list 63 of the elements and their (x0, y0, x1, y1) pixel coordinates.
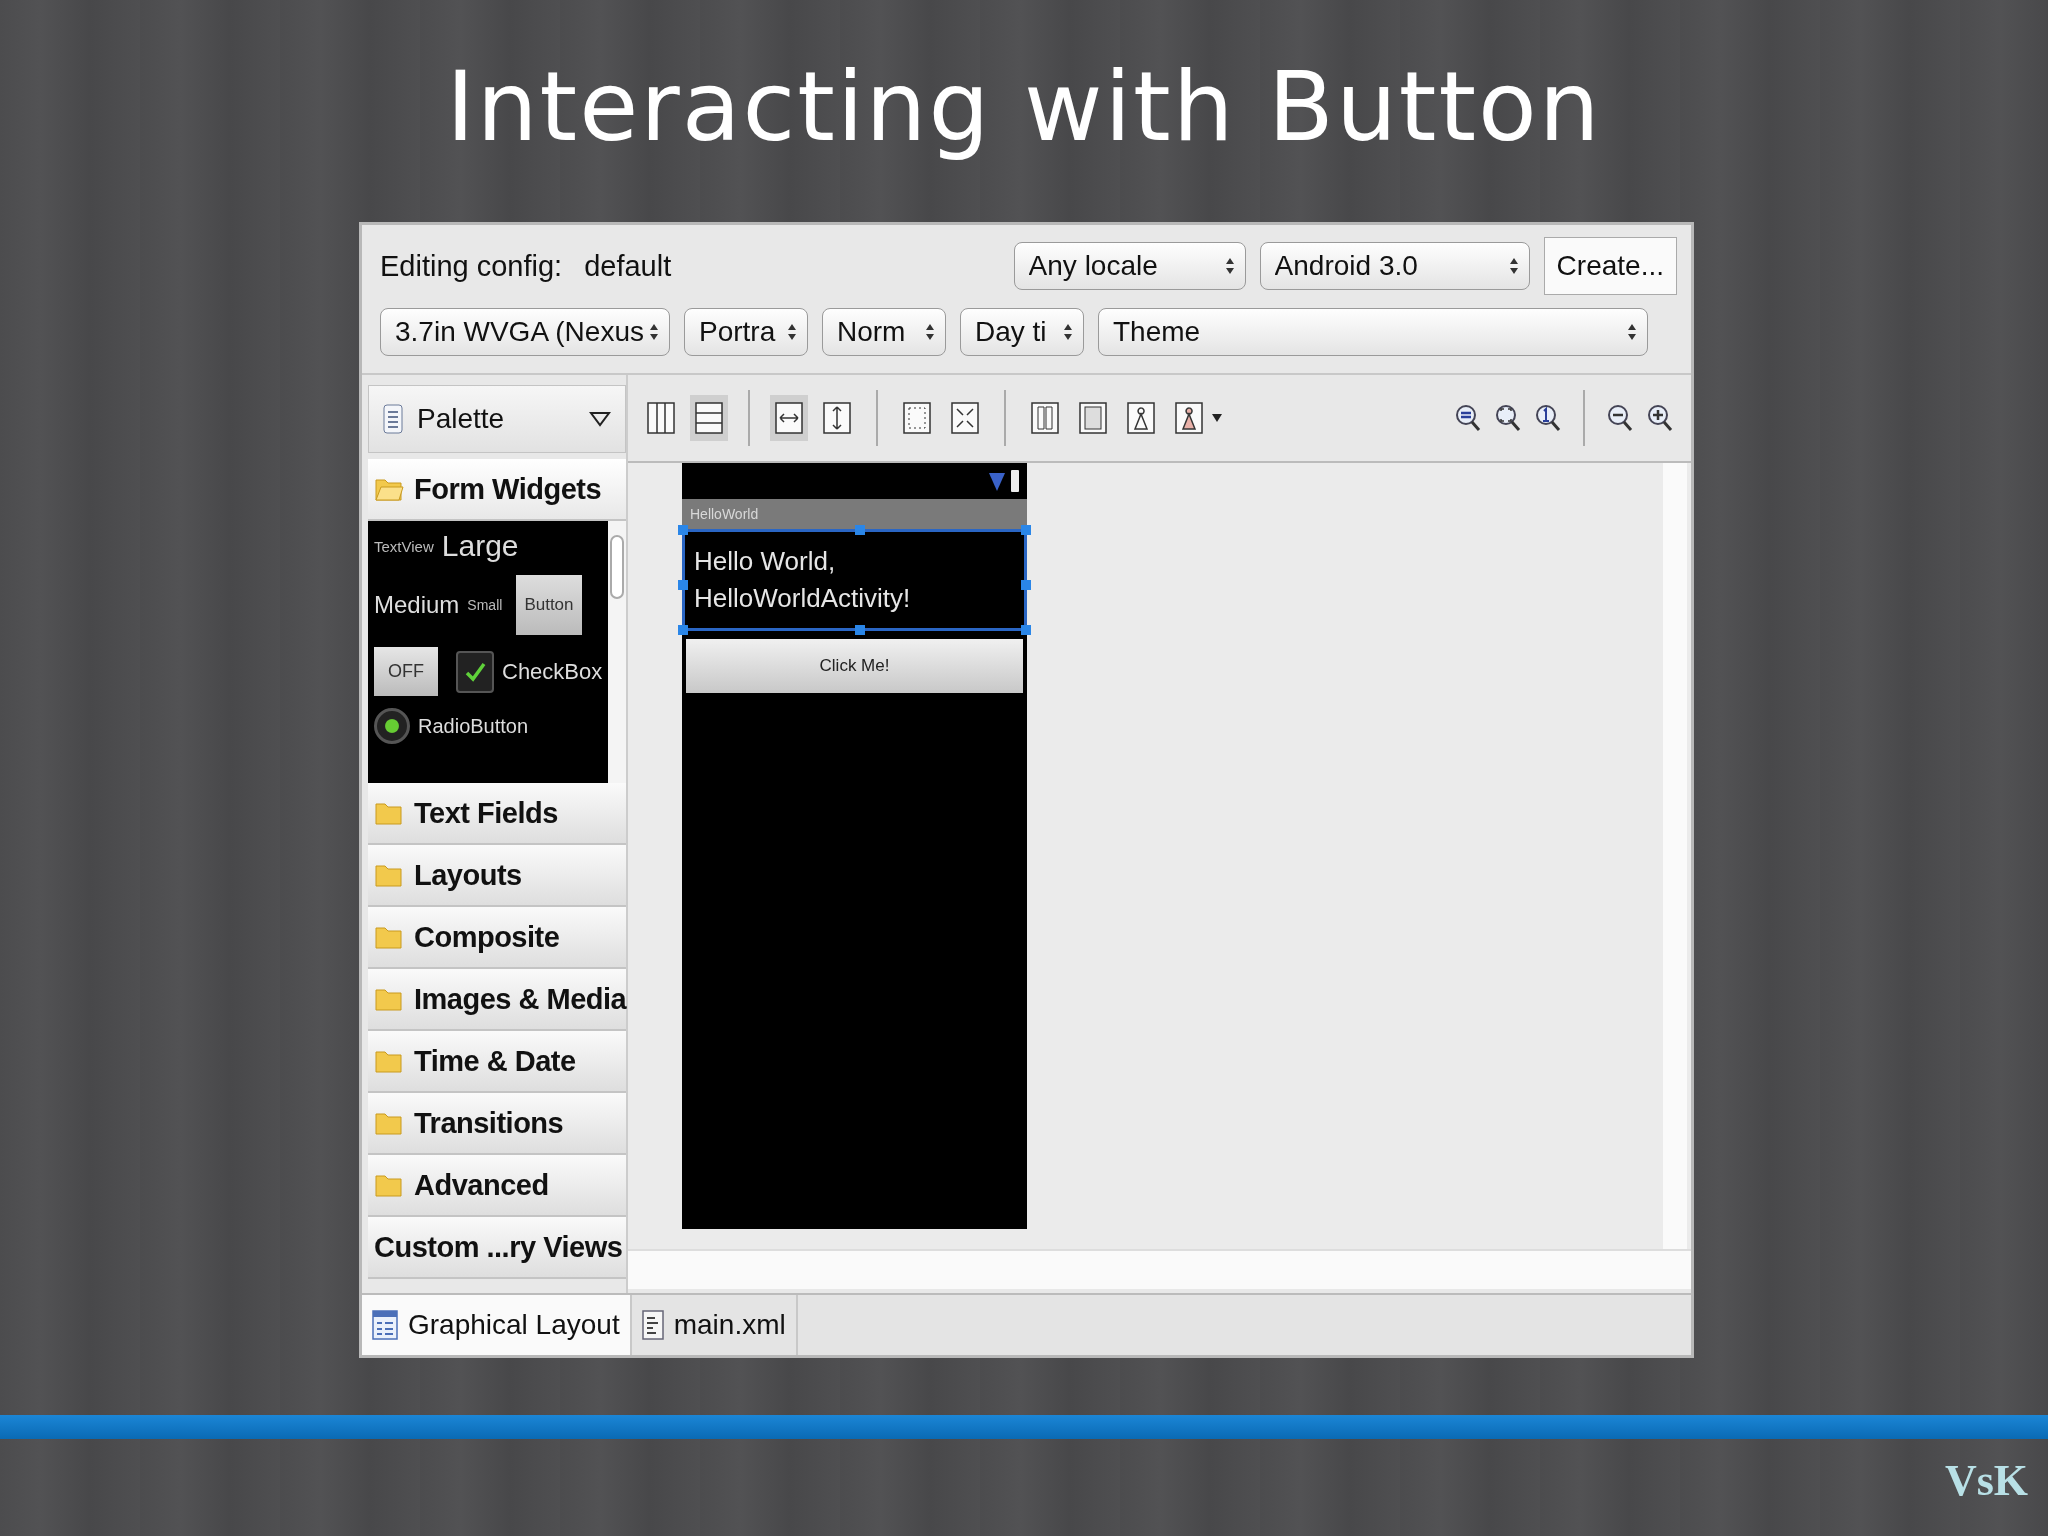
folder-icon (374, 1172, 404, 1199)
author-mark: VsK (1944, 1455, 2028, 1507)
dropdown[interactable]: Day ti (960, 308, 1084, 357)
document-icon (641, 1310, 664, 1341)
updown-icon (1627, 323, 1637, 342)
scrollbar[interactable] (1663, 463, 1687, 1250)
folder-icon (374, 924, 404, 951)
palette-category[interactable]: Composite (368, 907, 626, 970)
large-label: Large (441, 529, 519, 564)
small-label: Small (467, 597, 503, 614)
scrollbar[interactable] (628, 1249, 1691, 1290)
palette-category[interactable]: Form Widgets (368, 459, 626, 522)
palette-category[interactable]: Custom ...ry Views (368, 1217, 626, 1280)
sample-toggle[interactable]: OFF (374, 647, 438, 697)
dropdown[interactable]: Norm (822, 308, 946, 357)
dropdown[interactable]: Portra (684, 308, 808, 357)
radio-label: RadioButton (418, 714, 529, 738)
dropdown-triangle-icon (589, 411, 611, 428)
palette-category[interactable]: Images & Media (368, 969, 626, 1032)
palette-header[interactable]: Palette (368, 385, 626, 454)
dropdown[interactable]: Any locale (1013, 242, 1246, 291)
folder-icon (374, 986, 404, 1013)
checkmark-icon (464, 660, 486, 683)
dropdown[interactable]: Android 3.0 (1259, 242, 1530, 291)
config-label: Editing config: (380, 249, 563, 283)
updown-icon (1063, 323, 1073, 342)
palette-category[interactable]: Layouts (368, 845, 626, 908)
medium-label: Medium (374, 591, 460, 620)
folder-icon (374, 1110, 404, 1137)
folder-icon (374, 476, 404, 503)
dropdown[interactable]: 3.7in WVGA (Nexus (380, 308, 670, 357)
updown-icon (649, 323, 659, 342)
caret-icon[interactable] (1212, 414, 1222, 423)
updown-icon (1224, 257, 1235, 276)
sample-button[interactable]: Button (516, 575, 582, 636)
app-title: HelloWorld (690, 506, 759, 523)
updown-icon (1508, 257, 1519, 276)
rows-tool-icon[interactable] (690, 395, 728, 442)
layout-icon (372, 1310, 398, 1341)
textview-label: TextView (374, 537, 434, 555)
editor-tab[interactable]: main.xml (631, 1295, 798, 1356)
scrollbar[interactable] (608, 521, 626, 784)
editor-tab[interactable]: Graphical Layout (362, 1295, 632, 1356)
palette-category[interactable]: Transitions (368, 1093, 626, 1156)
checkbox-label: CheckBox (502, 658, 603, 685)
hfill-tool-icon[interactable] (770, 395, 808, 442)
folder-icon (374, 862, 404, 889)
folder-icon (374, 1048, 404, 1075)
sample-checkbox[interactable] (456, 650, 494, 693)
click-me-button[interactable]: Click Me! (686, 639, 1023, 694)
config-value: default (584, 249, 672, 283)
document-icon (383, 404, 403, 435)
palette-category[interactable]: Advanced (368, 1155, 626, 1218)
folder-icon (374, 800, 404, 827)
palette-category[interactable]: Time & Date (368, 1031, 626, 1094)
palette-title: Palette (417, 403, 505, 436)
updown-icon (787, 323, 797, 342)
sample-radio[interactable] (374, 708, 410, 745)
palette-category[interactable]: Text Fields (368, 783, 626, 846)
slide-title: Interacting with Button (446, 52, 1602, 163)
dropdown[interactable]: Theme (1098, 308, 1648, 357)
create-button[interactable]: Create... (1543, 237, 1677, 296)
updown-icon (925, 323, 935, 342)
